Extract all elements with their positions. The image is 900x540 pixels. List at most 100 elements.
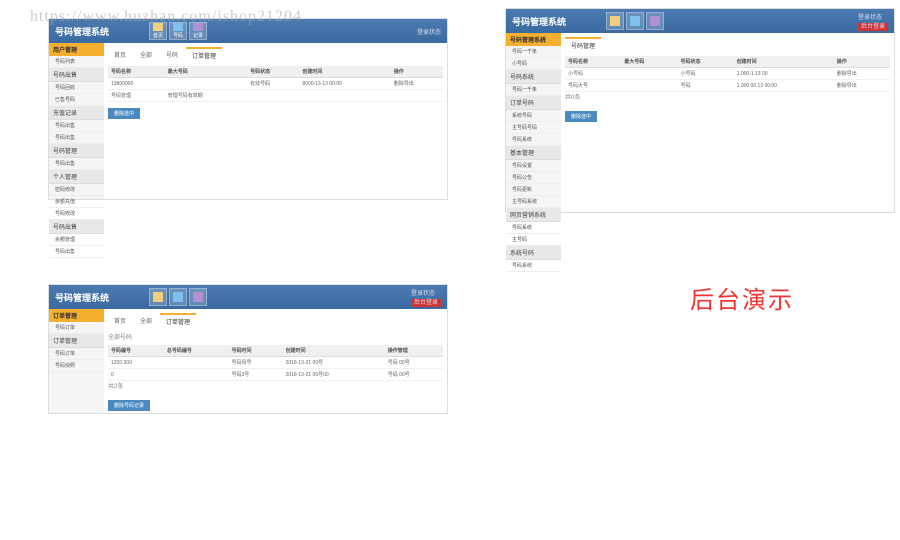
sb-item[interactable]: 号码公告 xyxy=(506,172,561,184)
data-table: 号码名称最大号码号码状态创建时间操作 13800000有效号码8000-13-1… xyxy=(108,66,443,102)
topbar: 号码管理系统 登录状态后台登录 xyxy=(49,285,447,309)
content: 首页 全部 订单管理 全部号码 号码编号总号码编号号码时间创建时间操作管理 12… xyxy=(104,309,447,413)
watermark-text: https://www.huzhan.com/ishop21204 xyxy=(30,8,302,26)
delete-btn[interactable]: 删除选中 xyxy=(108,108,140,119)
sb-item[interactable]: 号码回收 xyxy=(49,82,104,94)
table-header: 号码名称最大号码号码状态创建时间操作 xyxy=(108,66,443,78)
sb-item[interactable]: 号码一千条 xyxy=(506,46,561,58)
sb-item[interactable]: 余额管理 xyxy=(49,234,104,246)
sidebar-head: 用户管理 xyxy=(49,43,104,56)
sb-item[interactable]: 号码出售 xyxy=(49,158,104,170)
sb-cat[interactable]: 号码管理 xyxy=(49,144,104,158)
sb-cat[interactable]: 号码出售 xyxy=(49,220,104,234)
sb-item[interactable]: 密码修改 xyxy=(49,184,104,196)
sb-item[interactable]: 余额充值 xyxy=(49,196,104,208)
sb-item[interactable]: 主号码 xyxy=(506,234,561,246)
sidebar: 用户管理 号码列表 号码出售 号码回收 已售号码 充值记录 号码出售 号码出售 … xyxy=(49,43,104,199)
app-title: 号码管理系统 xyxy=(55,25,109,38)
data-table: 号码编号总号码编号号码时间创建时间操作管理 1200 300号码母号2018-1… xyxy=(108,345,443,381)
sb-cat[interactable]: 系统号码 xyxy=(506,246,561,260)
tab[interactable]: 号码 xyxy=(160,47,184,62)
row-count: 共0条 xyxy=(565,92,890,101)
sb-item[interactable]: 号码修改 xyxy=(49,208,104,220)
nav-home[interactable] xyxy=(149,288,167,306)
table-row[interactable]: 13800000有效号码8000-13-13 00:00删除导出 xyxy=(108,78,443,90)
row-count: 共2条 xyxy=(108,381,443,390)
user-info: 登录状态后台登录 xyxy=(411,288,441,306)
nav-number[interactable] xyxy=(169,288,187,306)
admin-panel-2: 号码管理系统 登录状态后台登录 号码管理系统 号码一千条 小号码 号码系统 号码… xyxy=(505,8,895,213)
sb-cat[interactable]: 网页营销系统 xyxy=(506,208,561,222)
user-info: 登录状态 xyxy=(417,27,441,36)
nav-icons xyxy=(606,12,664,30)
tab[interactable]: 首页 xyxy=(108,47,132,62)
table-row[interactable]: 小号码小号码1.000-1.13 00删除导出 xyxy=(565,68,890,80)
sb-cat[interactable]: 号码出售 xyxy=(49,68,104,82)
sb-cat[interactable]: 订单号码 xyxy=(506,96,561,110)
sb-item[interactable]: 号码订单 xyxy=(49,348,104,360)
home-icon xyxy=(153,292,163,302)
sb-cat[interactable]: 号码系统 xyxy=(506,70,561,84)
sb-item[interactable]: 号码系统 xyxy=(506,260,561,272)
number-icon xyxy=(630,16,640,26)
nav-icons xyxy=(149,288,207,306)
sb-item[interactable]: 已售号码 xyxy=(49,94,104,106)
record-icon xyxy=(650,16,660,26)
sidebar-head: 号码管理系统 xyxy=(506,33,561,46)
sb-item[interactable]: 系统号码 xyxy=(506,110,561,122)
tab-active[interactable]: 订单管理 xyxy=(160,313,196,328)
table-row[interactable]: 号码大号号码1.000 00 13 00:00删除导出 xyxy=(565,80,890,92)
sb-cat[interactable]: 订单管理 xyxy=(49,334,104,348)
tabs: 首页 全部 号码 订单管理 xyxy=(108,47,443,62)
delete-btn[interactable]: 删除选中 xyxy=(565,111,597,122)
sb-item[interactable]: 号码一千条 xyxy=(506,84,561,96)
record-icon xyxy=(193,292,203,302)
sb-item[interactable]: 主号码号码 xyxy=(506,122,561,134)
sb-item[interactable]: 主号码系统 xyxy=(506,196,561,208)
sb-item[interactable]: 号码出售 xyxy=(49,246,104,258)
sb-item[interactable]: 号码更新 xyxy=(506,184,561,196)
content: 号码管理 号码名称最大号码号码状态创建时间操作 小号码小号码1.000-1.13… xyxy=(561,33,894,212)
sidebar: 号码管理系统 号码一千条 小号码 号码系统 号码一千条 订单号码 系统号码 主号… xyxy=(506,33,561,212)
sidebar-head: 订单管理 xyxy=(49,309,104,322)
admin-panel-3: 号码管理系统 登录状态后台登录 订单管理 号码订单 订单管理 号码订单 号码快照… xyxy=(48,284,448,414)
sb-item[interactable]: 号码列表 xyxy=(49,56,104,68)
table-row[interactable]: 号码管理管理号码有效期 xyxy=(108,90,443,102)
tab[interactable]: 全部 xyxy=(134,313,158,328)
table-header: 号码名称最大号码号码状态创建时间操作 xyxy=(565,56,890,68)
tabs: 首页 全部 订单管理 xyxy=(108,313,443,328)
tab[interactable]: 首页 xyxy=(108,313,132,328)
nav-record[interactable] xyxy=(646,12,664,30)
tab-active[interactable]: 订单管理 xyxy=(186,47,222,62)
nav-record[interactable] xyxy=(189,288,207,306)
sb-item[interactable]: 号码出售 xyxy=(49,120,104,132)
app-title: 号码管理系统 xyxy=(512,15,566,28)
app-title: 号码管理系统 xyxy=(55,291,109,304)
user-info: 登录状态后台登录 xyxy=(858,12,888,30)
delete-btn[interactable]: 删除号码记录 xyxy=(108,400,150,411)
sb-item[interactable]: 号码快照 xyxy=(49,360,104,372)
toolbar: 全部号码 xyxy=(108,332,443,341)
topbar: 号码管理系统 登录状态后台登录 xyxy=(506,9,894,33)
nav-home[interactable] xyxy=(606,12,624,30)
number-icon xyxy=(173,292,183,302)
sb-item[interactable]: 号码系统 xyxy=(506,222,561,234)
table-row[interactable]: 0号码3号2018-13-21 00号00号码 00号 xyxy=(108,369,443,381)
sidebar: 订单管理 号码订单 订单管理 号码订单 号码快照 xyxy=(49,309,104,413)
content: 首页 全部 号码 订单管理 号码名称最大号码号码状态创建时间操作 1380000… xyxy=(104,43,447,199)
admin-panel-1: 号码管理系统 首页 号码 记录 登录状态 用户管理 号码列表 号码出售 号码回收… xyxy=(48,18,448,200)
tab[interactable]: 全部 xyxy=(134,47,158,62)
sb-cat[interactable]: 个人管理 xyxy=(49,170,104,184)
table-row[interactable]: 1200 300号码母号2018-13-21 00号号码 00号 xyxy=(108,357,443,369)
sb-cat[interactable]: 基本管理 xyxy=(506,146,561,160)
sb-item[interactable]: 小号码 xyxy=(506,58,561,70)
nav-number[interactable] xyxy=(626,12,644,30)
sb-item[interactable]: 号码系统 xyxy=(506,134,561,146)
sb-item[interactable]: 号码订单 xyxy=(49,322,104,334)
sb-item[interactable]: 号码设置 xyxy=(506,160,561,172)
sb-item[interactable]: 号码出售 xyxy=(49,132,104,144)
tab-active[interactable]: 号码管理 xyxy=(565,37,601,52)
demo-label: 后台演示 xyxy=(690,280,794,315)
home-icon xyxy=(610,16,620,26)
sb-cat[interactable]: 充值记录 xyxy=(49,106,104,120)
